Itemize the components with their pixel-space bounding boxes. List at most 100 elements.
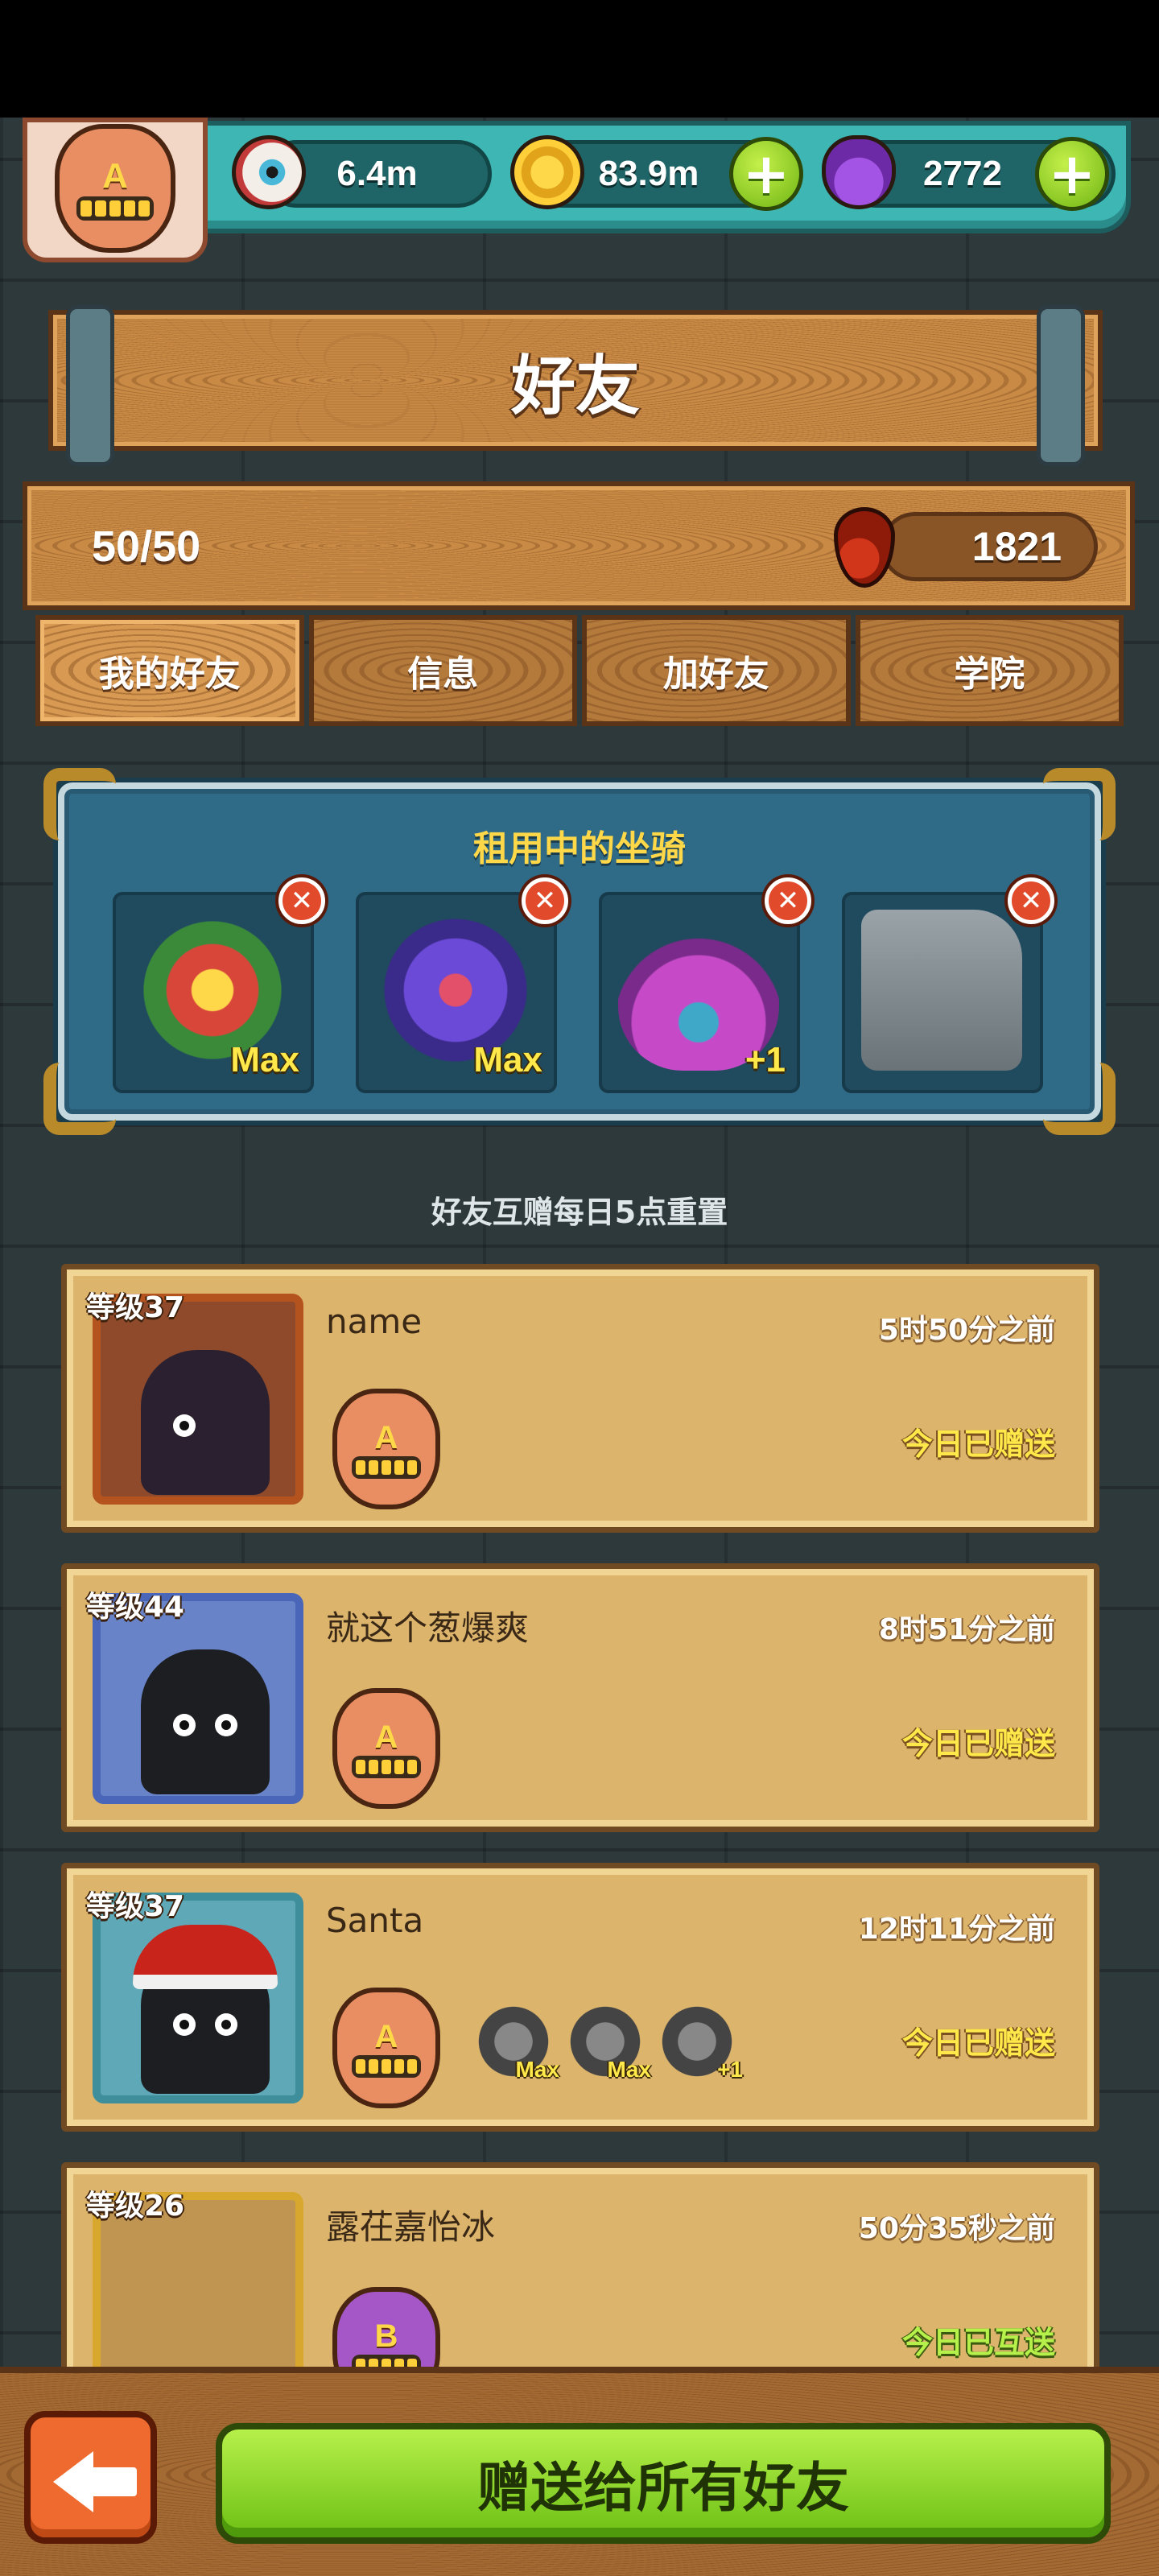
- friends-tabs: 我的好友 信息 加好友 学院: [35, 615, 1124, 726]
- friend-mount-dragon-icon: Max: [561, 1997, 651, 2086]
- panel-corner: [1043, 1063, 1116, 1135]
- last-active-time: 5时50分之前: [878, 1314, 1055, 1347]
- friend-mount-demon-icon: +1: [653, 1997, 743, 2086]
- gift-status: 今日已赠送: [901, 1426, 1055, 1462]
- gift-status: 今日已赠送: [901, 1726, 1055, 1761]
- remove-mount-button[interactable]: ✕: [278, 877, 325, 924]
- daily-reset-note: 好友互赠每日5点重置: [431, 1195, 728, 1230]
- back-arrow-icon: [53, 2451, 93, 2512]
- mount-slot[interactable]: Max ✕: [356, 877, 568, 1093]
- coin-icon: [510, 135, 584, 209]
- add-potions-button[interactable]: +: [1035, 137, 1109, 211]
- eye-icon: [173, 2013, 196, 2036]
- gift-all-friends-button[interactable]: 赠送给所有好友: [216, 2423, 1111, 2544]
- friend-level: 等级26: [86, 2190, 185, 2223]
- santa-hat-icon: [133, 1925, 278, 1989]
- mounts-title: 租用中的坐骑: [473, 828, 686, 869]
- player-rank-badge: A: [55, 124, 175, 253]
- mount-machine-icon: [861, 910, 1022, 1071]
- rank-letter: A: [374, 1719, 398, 1755]
- mount-level: Max: [473, 1040, 542, 1080]
- friend-card[interactable]: 等级44 就这个葱爆爽 A 8时51分之前 今日已赠送: [61, 1563, 1099, 1832]
- badge-teeth-icon: [352, 1455, 421, 1479]
- friend-rank-badge: A: [332, 1988, 440, 2108]
- blood-counter: 1821: [881, 512, 1098, 581]
- friend-name: 露茌嘉怡冰: [326, 2207, 496, 2247]
- tab-label: 加好友: [662, 654, 769, 695]
- friend-name: Santa: [326, 1901, 424, 1940]
- friend-avatar: [141, 1350, 270, 1495]
- friend-rank-badge: A: [332, 1688, 440, 1809]
- friend-level: 等级37: [86, 1890, 185, 1923]
- mount-level: Max: [230, 1040, 299, 1080]
- friend-mount-rose-icon: Max: [469, 1997, 559, 2086]
- mount-level: Max: [515, 2057, 559, 2082]
- tab-label: 我的好友: [98, 654, 241, 695]
- eye-icon: [173, 1414, 196, 1437]
- eye-icon: [173, 1714, 196, 1736]
- player-avatar[interactable]: A: [23, 118, 208, 262]
- badge-teeth-icon: [352, 2054, 421, 2078]
- resource-bar: 6.4m 83.9m + 2772 +: [161, 121, 1131, 233]
- close-icon: ✕: [290, 885, 314, 917]
- blood-value: 1821: [971, 524, 1062, 569]
- tab-messages[interactable]: 信息: [308, 615, 577, 726]
- remove-mount-button[interactable]: ✕: [1008, 877, 1054, 924]
- last-active-time: 12时11分之前: [858, 1913, 1055, 1946]
- gift-all-label: 赠送给所有好友: [477, 2457, 849, 2519]
- add-coins-button[interactable]: +: [729, 137, 803, 211]
- badge-teeth-icon: [352, 1755, 421, 1778]
- plus-icon: +: [1048, 141, 1096, 207]
- friend-name: name: [326, 1302, 423, 1341]
- mount-level: +1: [717, 2057, 743, 2082]
- potions-value: 2772: [923, 154, 1002, 193]
- friend-level: 等级44: [86, 1591, 185, 1624]
- eyeball-icon: [232, 135, 306, 209]
- last-active-time: 8时51分之前: [878, 1613, 1055, 1646]
- badge-teeth-icon: [76, 196, 154, 221]
- eye-icon: [215, 1714, 237, 1736]
- coins-value: 83.9m: [598, 154, 699, 193]
- friend-avatar: [141, 1649, 270, 1794]
- friend-count: 50/50: [92, 522, 201, 571]
- system-status-bar: [0, 0, 1159, 118]
- tab-label: 信息: [407, 654, 479, 695]
- title-plank: 好友: [48, 305, 1103, 466]
- gift-status: 今日已互送: [901, 2325, 1055, 2360]
- page-title: 好友: [511, 348, 640, 423]
- rank-letter: B: [374, 2318, 398, 2354]
- tab-my-friends[interactable]: 我的好友: [35, 615, 304, 726]
- close-icon: ✕: [1019, 885, 1043, 917]
- friend-card[interactable]: 等级37 name A 5时50分之前 今日已赠送: [61, 1264, 1099, 1533]
- back-button[interactable]: [24, 2411, 157, 2544]
- friend-name: 就这个葱爆爽: [326, 1608, 530, 1648]
- mount-level: +1: [744, 1040, 786, 1080]
- rented-mounts-panel: 租用中的坐骑 Max ✕ Max ✕ +1 ✕ ✕: [43, 768, 1116, 1135]
- gift-status: 今日已赠送: [901, 2025, 1055, 2061]
- mount-level: Max: [607, 2057, 651, 2082]
- close-icon: ✕: [776, 885, 800, 917]
- last-active-time: 50分35秒之前: [858, 2212, 1055, 2245]
- rank-letter: A: [374, 1419, 398, 1455]
- remove-mount-button[interactable]: ✕: [522, 877, 568, 924]
- friend-rank-badge: A: [332, 1389, 440, 1509]
- tab-label: 学院: [954, 654, 1025, 695]
- friend-card[interactable]: 等级37 Santa A Max Max +1 12时11分之前 今日已赠送: [61, 1863, 1099, 2132]
- mount-slot[interactable]: Max ✕: [113, 877, 325, 1093]
- tab-academy[interactable]: 学院: [855, 615, 1124, 726]
- panel-corner: [43, 1063, 116, 1135]
- rank-letter: A: [374, 2018, 398, 2054]
- rank-letter: A: [102, 156, 128, 196]
- friend-level: 等级37: [86, 1291, 185, 1324]
- potion-icon: [822, 135, 896, 209]
- close-icon: ✕: [533, 885, 557, 917]
- blood-drop-icon: [834, 507, 895, 588]
- remove-mount-button[interactable]: ✕: [765, 877, 811, 924]
- eyes-value: 6.4m: [336, 154, 418, 193]
- stats-plank: 50/50 1821: [23, 481, 1135, 610]
- tab-add-friend[interactable]: 加好友: [582, 615, 851, 726]
- plus-icon: +: [742, 141, 790, 207]
- back-arrow-shaft: [89, 2467, 137, 2496]
- mount-slot[interactable]: ✕: [842, 877, 1054, 1093]
- mount-slot[interactable]: +1 ✕: [599, 877, 811, 1093]
